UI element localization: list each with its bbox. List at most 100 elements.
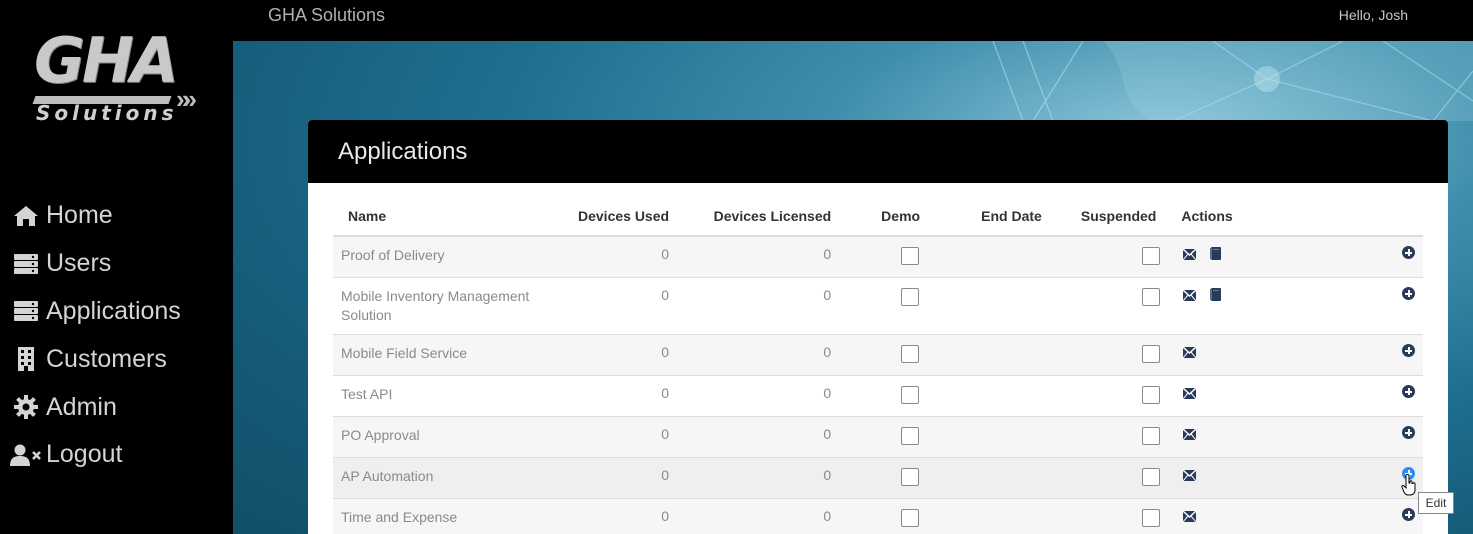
suspended-checkbox[interactable] — [1142, 509, 1161, 527]
demo-checkbox[interactable] — [901, 468, 920, 486]
sidebar-item-customers[interactable]: Customers — [0, 335, 233, 383]
sidebar-item-admin[interactable]: Admin — [0, 383, 233, 431]
actions-cell — [1164, 334, 1338, 376]
devices-used-value: 0 — [661, 508, 670, 524]
edit-plus-icon[interactable] — [1402, 508, 1415, 521]
suspended-checkbox[interactable] — [1142, 345, 1161, 363]
app-name: Proof of Delivery — [341, 247, 445, 263]
edit-plus-icon[interactable] — [1402, 287, 1415, 300]
suspended-cell — [1049, 498, 1165, 534]
demo-checkbox[interactable] — [901, 386, 920, 404]
table-row[interactable]: Time and Expense 0 0 — [333, 498, 1423, 534]
suspended-checkbox[interactable] — [1142, 288, 1161, 306]
email-icon[interactable] — [1182, 386, 1197, 402]
app-name-cell: Mobile Inventory Management Solution — [333, 277, 557, 335]
server-icon — [10, 298, 42, 324]
book-icon[interactable] — [1210, 288, 1222, 304]
sidebar-item-label: Applications — [46, 296, 181, 325]
building-icon — [10, 346, 42, 372]
edit-plus-icon[interactable] — [1402, 385, 1415, 398]
edit-plus-icon[interactable] — [1402, 246, 1415, 259]
gha-logo[interactable]: GHA »» Solutions — [30, 26, 205, 126]
edit-cell — [1337, 334, 1423, 376]
edit-plus-icon[interactable] — [1402, 426, 1415, 439]
table-row[interactable]: Mobile Field Service 0 0 — [333, 334, 1423, 376]
devices-licensed-cell: 0 — [677, 235, 840, 278]
devices-used-value: 0 — [661, 426, 670, 442]
table-row[interactable]: Proof of Delivery 0 0 — [333, 235, 1423, 278]
end-date-cell — [973, 457, 1050, 499]
table-body: Proof of Delivery 0 0 Mobile Inventory Mana… — [333, 235, 1423, 534]
devices-licensed-value: 0 — [823, 287, 832, 303]
email-icon[interactable] — [1182, 288, 1197, 304]
sidebar-item-label: Admin — [46, 392, 117, 421]
book-icon[interactable] — [1210, 247, 1222, 263]
server-icon — [10, 251, 42, 277]
hand-cursor-icon — [1401, 473, 1417, 501]
sidebar-item-label: Logout — [46, 440, 123, 469]
suspended-checkbox[interactable] — [1142, 386, 1161, 404]
column-header-name[interactable]: Name — [333, 197, 557, 237]
demo-checkbox[interactable] — [901, 288, 920, 306]
demo-cell — [839, 334, 974, 376]
demo-checkbox[interactable] — [901, 247, 920, 265]
suspended-cell — [1049, 416, 1165, 458]
table-row[interactable]: AP Automation 0 0 — [333, 457, 1423, 499]
app-name-cell: Mobile Field Service — [333, 334, 557, 376]
suspended-cell — [1049, 277, 1165, 335]
suspended-checkbox[interactable] — [1142, 468, 1161, 486]
table-row[interactable]: Test API 0 0 — [333, 375, 1423, 417]
column-header-suspended[interactable]: Suspended — [1049, 197, 1165, 237]
email-icon[interactable] — [1182, 468, 1197, 484]
email-icon[interactable] — [1182, 509, 1197, 525]
devices-licensed-cell: 0 — [677, 498, 840, 534]
devices-used-cell: 0 — [556, 375, 678, 417]
devices-licensed-value: 0 — [823, 385, 832, 401]
end-date-cell — [973, 416, 1050, 458]
sidebar-item-home[interactable]: Home — [0, 192, 233, 240]
brand-link[interactable]: GHA Solutions — [268, 5, 385, 26]
column-header-edit — [1337, 197, 1423, 237]
sidebar-item-users[interactable]: Users — [0, 240, 233, 288]
devices-licensed-value: 0 — [823, 426, 832, 442]
edit-cell — [1337, 277, 1423, 335]
demo-checkbox[interactable] — [901, 509, 920, 527]
table-row[interactable]: Mobile Inventory Management Solution 0 0 — [333, 277, 1423, 335]
suspended-cell — [1049, 457, 1165, 499]
app-name-cell: Time and Expense — [333, 498, 557, 534]
end-date-cell — [973, 334, 1050, 376]
suspended-checkbox[interactable] — [1142, 247, 1161, 265]
actions-cell — [1164, 375, 1338, 417]
devices-used-cell: 0 — [556, 235, 678, 278]
devices-licensed-value: 0 — [823, 344, 832, 360]
email-icon[interactable] — [1182, 345, 1197, 361]
column-header-end-date[interactable]: End Date — [973, 197, 1050, 237]
sidebar-item-applications[interactable]: Applications — [0, 288, 233, 336]
column-header-devices-used[interactable]: Devices Used — [556, 197, 678, 237]
actions-cell — [1164, 498, 1338, 534]
actions-cell — [1164, 416, 1338, 458]
email-icon[interactable] — [1182, 247, 1197, 263]
column-header-demo[interactable]: Demo — [839, 197, 974, 237]
sidebar: GHA »» Solutions Home Users Applications — [0, 0, 233, 534]
actions-cell — [1164, 235, 1338, 278]
table-row[interactable]: PO Approval 0 0 — [333, 416, 1423, 458]
edit-plus-icon[interactable] — [1402, 344, 1415, 357]
email-icon[interactable] — [1182, 427, 1197, 443]
devices-licensed-cell: 0 — [677, 334, 840, 376]
suspended-checkbox[interactable] — [1142, 427, 1161, 445]
devices-licensed-cell: 0 — [677, 375, 840, 417]
demo-cell — [839, 457, 974, 499]
app-name: PO Approval — [341, 427, 420, 443]
column-header-devices-licensed[interactable]: Devices Licensed — [677, 197, 840, 237]
user-greeting[interactable]: Hello, Josh — [1339, 7, 1408, 23]
app-name: Mobile Inventory Management Solution — [341, 288, 530, 323]
demo-checkbox[interactable] — [901, 427, 920, 445]
sidebar-item-logout[interactable]: Logout — [0, 431, 233, 479]
devices-licensed-value: 0 — [823, 467, 832, 483]
demo-checkbox[interactable] — [901, 345, 920, 363]
demo-cell — [839, 416, 974, 458]
devices-used-cell: 0 — [556, 416, 678, 458]
logo-text-top: GHA — [34, 24, 179, 97]
devices-used-value: 0 — [661, 385, 670, 401]
